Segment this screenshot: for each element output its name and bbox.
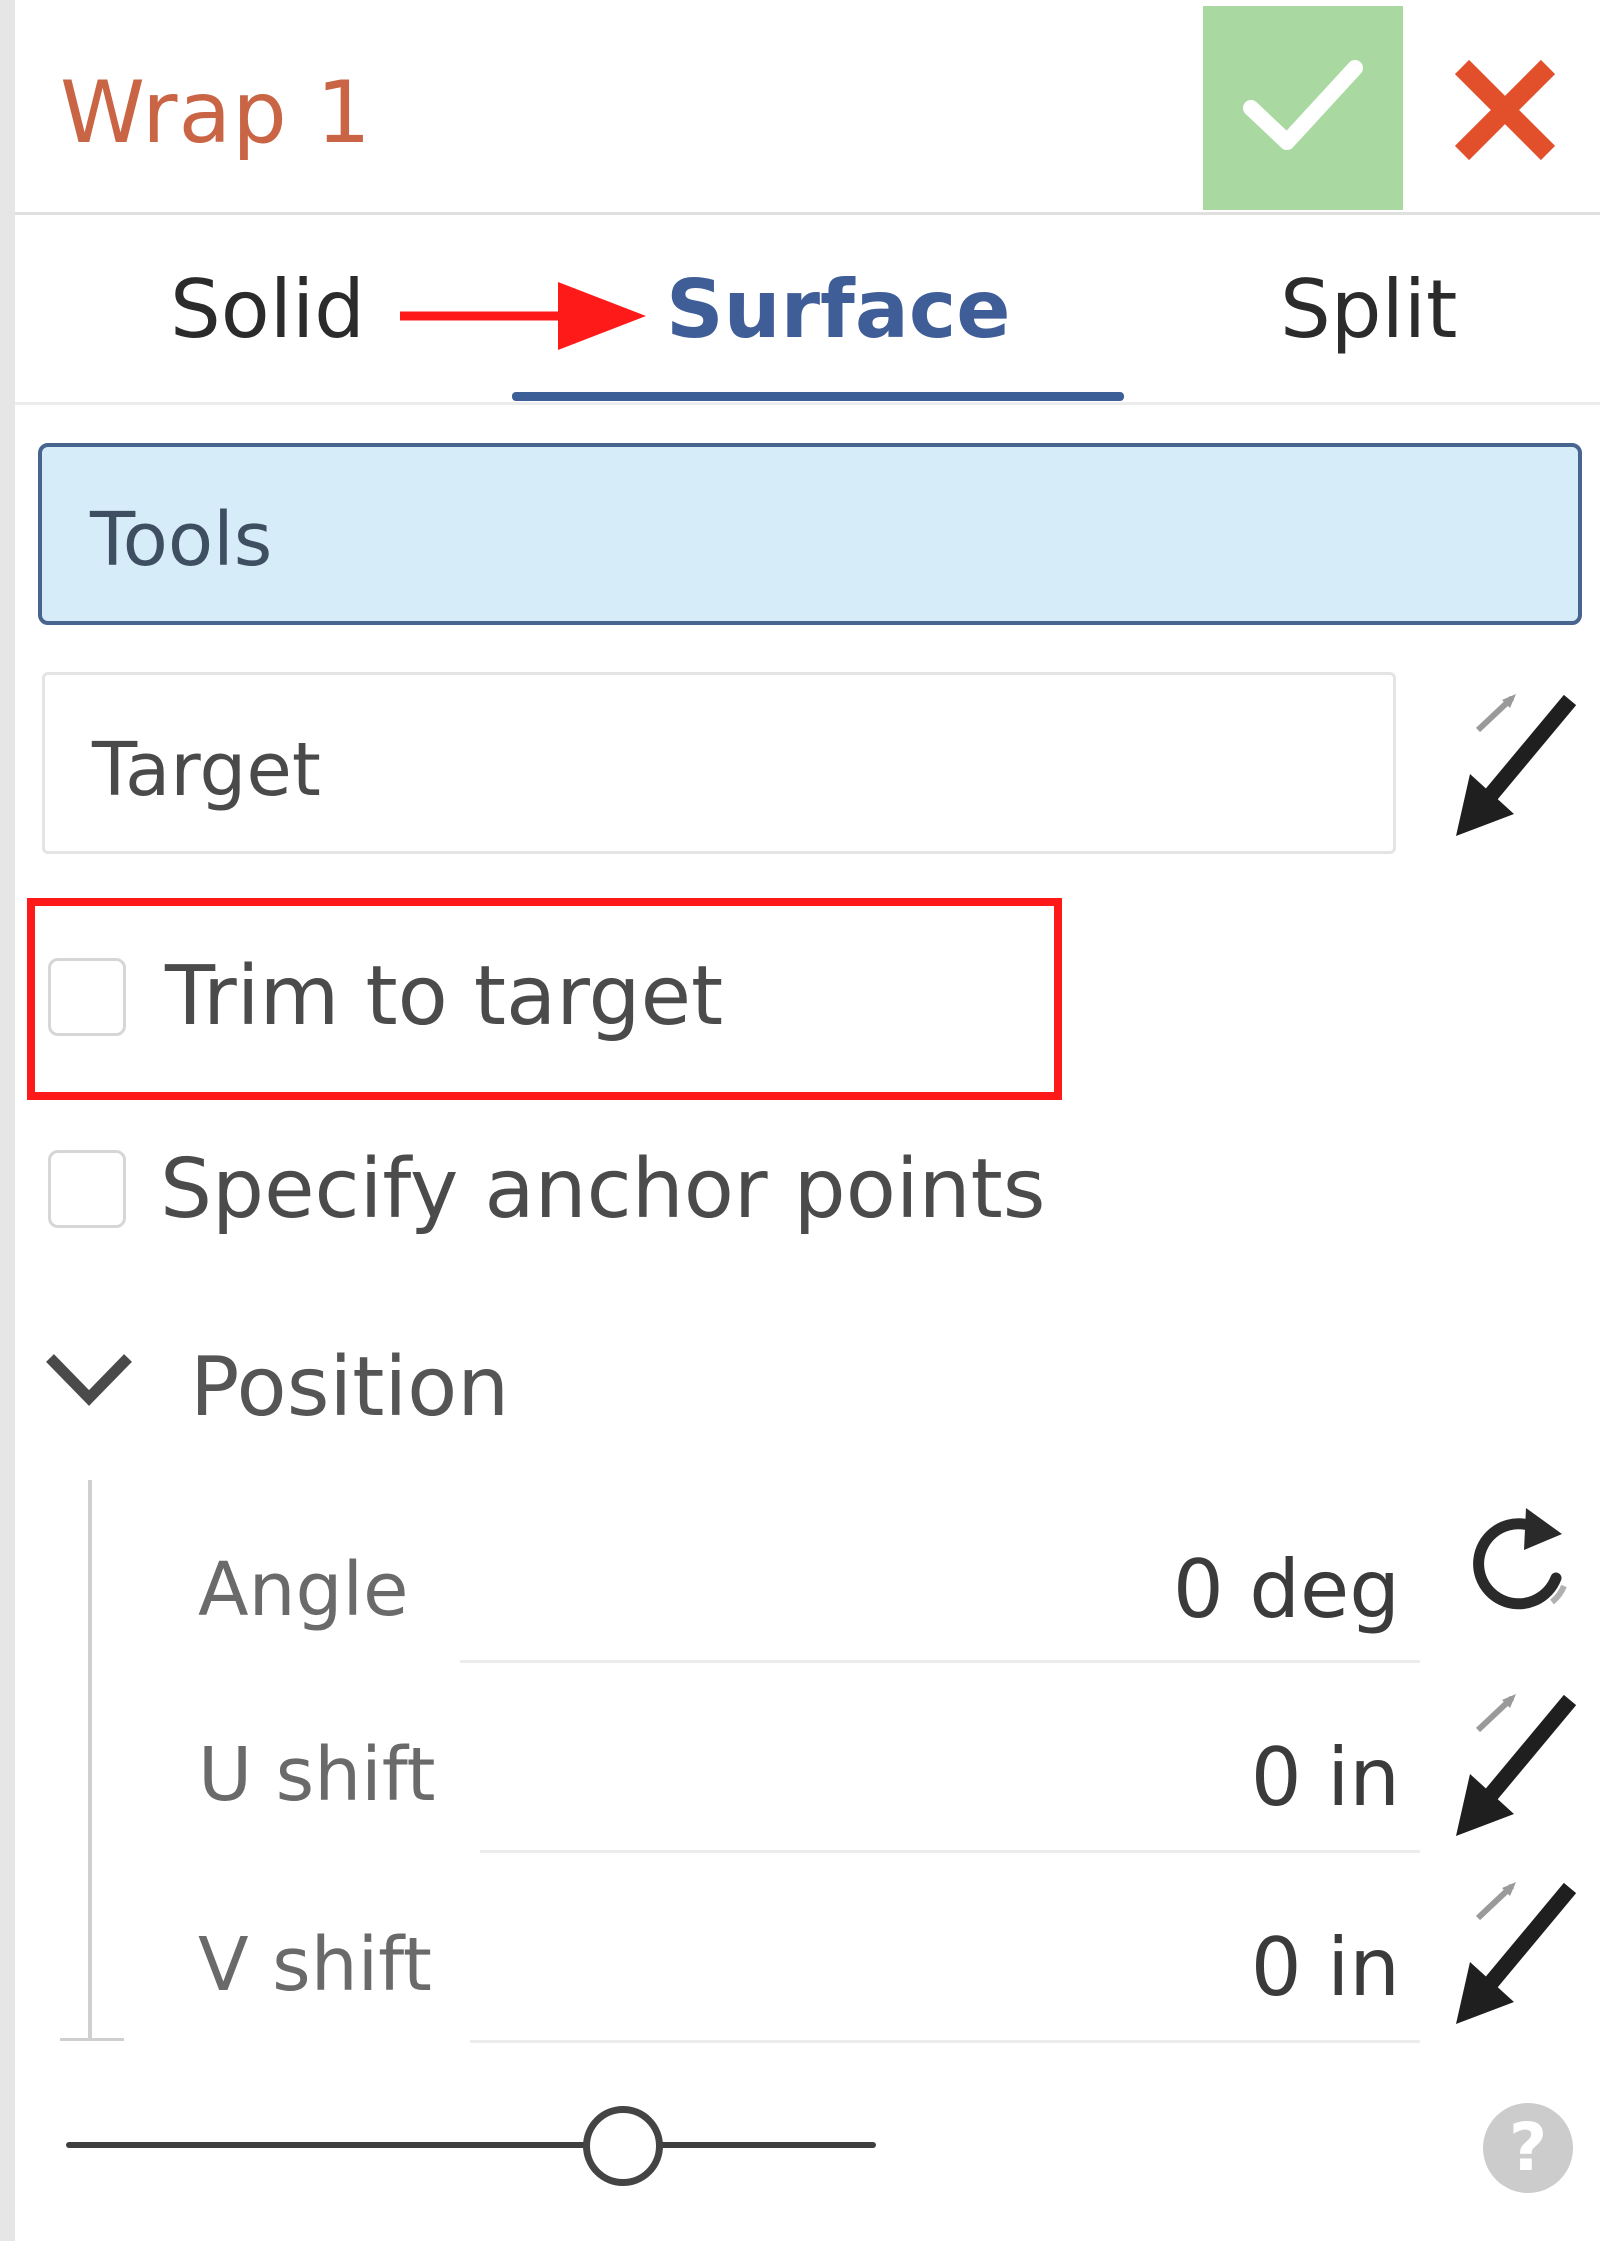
rotate-icon[interactable] bbox=[1452, 1500, 1582, 1634]
angle-input-underline bbox=[460, 1660, 1420, 1663]
close-icon bbox=[1454, 59, 1556, 161]
target-field-label: Target bbox=[92, 727, 321, 813]
active-tab-indicator bbox=[512, 392, 1124, 401]
tools-field-label: Tools bbox=[90, 497, 273, 583]
v-shift-input-underline bbox=[470, 2040, 1420, 2043]
flip-direction-icon[interactable] bbox=[1450, 1878, 1580, 2032]
u-shift-input-underline bbox=[480, 1850, 1420, 1853]
angle-input[interactable]: 0 deg bbox=[900, 1540, 1400, 1640]
tabs-divider bbox=[15, 402, 1600, 405]
dialog-title: Wrap 1 bbox=[60, 63, 372, 163]
dialog-left-edge bbox=[0, 0, 15, 2241]
section-guide-foot bbox=[60, 2038, 124, 2041]
v-shift-label: V shift bbox=[198, 1922, 432, 2008]
opacity-slider-track[interactable] bbox=[66, 2142, 876, 2148]
annotation-arrow bbox=[398, 278, 648, 362]
checkmark-icon bbox=[1243, 60, 1363, 150]
ok-button[interactable] bbox=[1203, 6, 1403, 210]
chevron-down-icon[interactable] bbox=[44, 1350, 134, 1414]
u-shift-input[interactable]: 0 in bbox=[900, 1728, 1400, 1828]
angle-label: Angle bbox=[198, 1547, 409, 1633]
flip-direction-icon[interactable] bbox=[1450, 1690, 1580, 1844]
specify-anchor-points-label[interactable]: Specify anchor points bbox=[160, 1140, 1046, 1240]
u-shift-label: U shift bbox=[198, 1732, 436, 1818]
v-shift-input[interactable]: 0 in bbox=[900, 1918, 1400, 2018]
header-divider bbox=[15, 212, 1600, 215]
section-guide-line bbox=[88, 1480, 92, 2040]
tab-split[interactable]: Split bbox=[1280, 260, 1457, 360]
tab-surface[interactable]: Surface bbox=[666, 260, 1011, 360]
flip-direction-icon[interactable] bbox=[1450, 690, 1580, 844]
tab-solid[interactable]: Solid bbox=[170, 260, 365, 360]
help-icon[interactable]: ? bbox=[1483, 2103, 1573, 2193]
trim-to-target-checkbox[interactable] bbox=[48, 958, 126, 1036]
cancel-button[interactable] bbox=[1450, 55, 1560, 165]
opacity-slider-thumb[interactable] bbox=[583, 2106, 663, 2186]
trim-to-target-label[interactable]: Trim to target bbox=[165, 947, 723, 1047]
specify-anchor-points-checkbox[interactable] bbox=[48, 1150, 126, 1228]
position-section-title[interactable]: Position bbox=[190, 1338, 509, 1438]
